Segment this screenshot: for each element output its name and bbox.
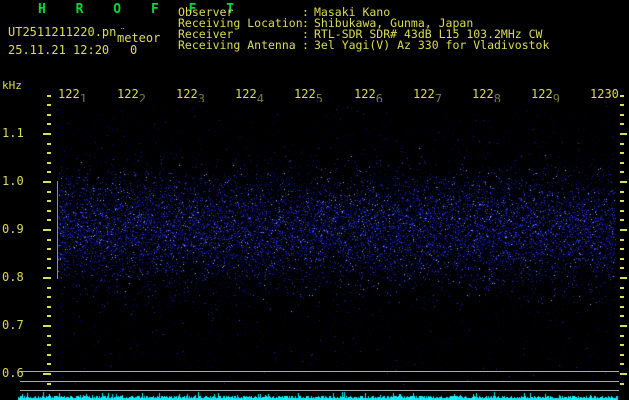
y-axis-label-0.9: 0.9 [2, 222, 24, 236]
minor-tick [47, 114, 51, 116]
minor-tick [620, 306, 624, 308]
minor-tick [620, 152, 624, 154]
minor-tick [47, 363, 51, 365]
minor-tick [47, 296, 51, 298]
minor-tick [620, 248, 624, 250]
minor-tick [47, 344, 51, 346]
minor-tick [620, 287, 624, 289]
x-axis-label-1228: 1228 [472, 88, 501, 102]
x-axis-label-1221: 1221 [58, 88, 87, 102]
spectrogram-canvas [0, 0, 629, 400]
x-axis-label-1224: 1224 [235, 88, 264, 102]
minor-tick [620, 171, 624, 173]
x-axis-label-1225: 1225 [294, 88, 323, 102]
minor-tick [620, 335, 624, 337]
minor-tick [620, 363, 624, 365]
minor-tick [620, 296, 624, 298]
minor-tick [47, 143, 51, 145]
minor-tick [620, 239, 624, 241]
carrier-line-3 [20, 390, 619, 391]
minor-tick [47, 210, 51, 212]
mode-label-meteor: meteor [117, 31, 161, 45]
hrofft-spectrogram-page: { "header": { "app_title": "H R O F F T"… [0, 0, 629, 400]
minor-tick [620, 114, 624, 116]
minor-tick [47, 267, 51, 269]
observation-datetime: 25.11.21 12:20 [8, 43, 110, 57]
y-axis-label-0.7: 0.7 [2, 318, 24, 332]
major-tick [43, 277, 51, 279]
y-axis-label-1.0: 1.0 [2, 174, 24, 188]
minor-tick [47, 383, 51, 385]
minor-tick [620, 200, 624, 202]
info-row-antenna: Receiving Antenna:3el Yagi(V) Az 330 for… [178, 38, 550, 52]
major-tick [620, 229, 627, 231]
colon: : [302, 38, 309, 52]
major-tick [43, 181, 51, 183]
minor-tick [620, 267, 624, 269]
minor-tick [620, 210, 624, 212]
minor-tick [47, 200, 51, 202]
x-axis-label-1227: 1227 [413, 88, 442, 102]
carrier-line-1 [20, 371, 619, 372]
x-axis-label-1226: 1226 [354, 88, 383, 102]
minor-tick [620, 95, 624, 97]
echo-counter: 0 [130, 43, 138, 57]
info-label: Receiving Antenna [178, 38, 296, 52]
y-axis-label-0.6: 0.6 [2, 366, 24, 380]
minor-tick [620, 258, 624, 260]
minor-tick [47, 104, 51, 106]
info-value: 3el Yagi(V) Az 330 for Vladivostok [314, 38, 550, 52]
minor-tick [620, 104, 624, 106]
minor-tick [47, 248, 51, 250]
minor-tick [620, 383, 624, 385]
minor-tick [47, 335, 51, 337]
minor-tick [47, 191, 51, 193]
x-axis-label-1229: 1229 [531, 88, 560, 102]
major-tick [43, 133, 51, 135]
minor-tick [47, 354, 51, 356]
minor-tick [47, 219, 51, 221]
major-tick [43, 229, 51, 231]
minor-tick [620, 143, 624, 145]
major-tick [620, 325, 627, 327]
major-tick [43, 373, 51, 375]
major-tick [620, 133, 627, 135]
minor-tick [620, 344, 624, 346]
minor-tick [620, 162, 624, 164]
x-axis-label-1222: 1222 [117, 88, 146, 102]
y-axis-unit-label: kHz [2, 79, 22, 92]
minor-tick [47, 306, 51, 308]
minor-tick [47, 239, 51, 241]
minor-tick [47, 171, 51, 173]
minor-tick [47, 95, 51, 97]
x-axis-label-1223: 1223 [176, 88, 205, 102]
major-tick [620, 277, 627, 279]
carrier-line-2 [20, 381, 619, 382]
major-tick [43, 325, 51, 327]
filename-text: UT2511211220.pn [8, 25, 117, 39]
minor-tick [620, 219, 624, 221]
major-tick [620, 181, 627, 183]
minor-tick [620, 123, 624, 125]
minor-tick [47, 123, 51, 125]
minor-tick [620, 315, 624, 317]
x-axis-label-1230: 1230 [590, 88, 619, 101]
minor-tick [620, 191, 624, 193]
y-axis-label-0.8: 0.8 [2, 270, 24, 284]
y-axis-label-1.1: 1.1 [2, 126, 24, 140]
minor-tick [47, 162, 51, 164]
start-trace-line [57, 181, 58, 279]
major-tick [620, 373, 627, 375]
minor-tick [47, 315, 51, 317]
minor-tick [47, 287, 51, 289]
minor-tick [47, 258, 51, 260]
minor-tick [620, 354, 624, 356]
minor-tick [47, 152, 51, 154]
